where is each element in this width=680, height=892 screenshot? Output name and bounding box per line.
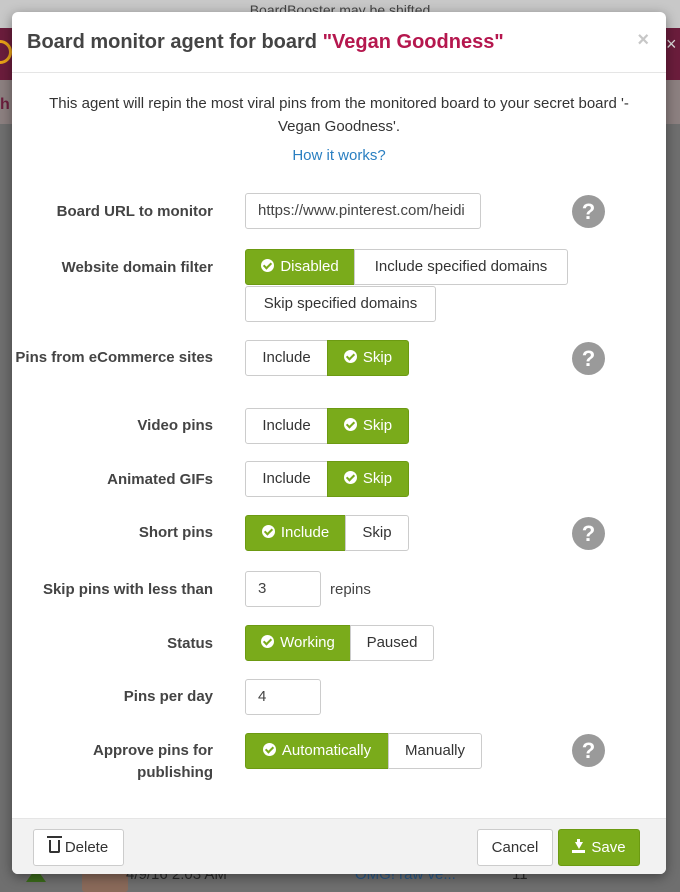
board-monitor-modal: Board monitor agent for board "Vegan Goo…	[12, 12, 666, 874]
video-pins-label: Video pins	[137, 417, 213, 434]
domain-filter-include-label: Include specified domains	[374, 258, 548, 275]
board-url-input[interactable]: https://www.pinterest.com/heidi	[245, 193, 481, 229]
animated-gifs-label: Animated GIFs	[107, 471, 213, 488]
status-label: Status	[167, 635, 213, 652]
video-include-label: Include	[262, 417, 311, 434]
check-circle-icon	[262, 743, 276, 756]
trash-icon	[46, 836, 62, 853]
check-circle-icon	[343, 350, 357, 363]
short-skip-button[interactable]: Skip	[345, 515, 409, 551]
delete-button[interactable]: Delete	[33, 829, 124, 866]
domain-filter-skip-button[interactable]: Skip specified domains	[245, 286, 436, 322]
ecommerce-label: Pins from eCommerce sites	[15, 349, 213, 366]
modal-title: Board monitor agent for board "Vegan Goo…	[27, 31, 504, 54]
background-heading: h	[0, 96, 10, 113]
modal-header: Board monitor agent for board "Vegan Goo…	[12, 12, 666, 73]
domain-filter-disabled-button[interactable]: Disabled	[245, 249, 355, 285]
gifs-include-button[interactable]: Include	[245, 461, 328, 497]
ecommerce-include-button[interactable]: Include	[245, 340, 328, 376]
help-icon[interactable]: ?	[572, 342, 605, 375]
gifs-include-label: Include	[262, 470, 311, 487]
close-icon[interactable]: ×	[637, 29, 649, 52]
ecommerce-skip-label: Skip	[362, 349, 393, 366]
min-repins-input[interactable]: 3	[245, 571, 321, 607]
help-icon[interactable]: ?	[572, 734, 605, 767]
video-include-button[interactable]: Include	[245, 408, 328, 444]
save-button-label: Save	[591, 839, 626, 856]
status-working-button[interactable]: Working	[245, 625, 351, 661]
cancel-button-label: Cancel	[491, 839, 539, 856]
check-circle-icon	[261, 635, 275, 648]
modal-title-prefix: Board monitor agent for board	[27, 31, 317, 53]
cancel-button[interactable]: Cancel	[477, 829, 553, 866]
status-paused-label: Paused	[366, 634, 418, 651]
download-icon	[572, 839, 586, 853]
min-repins-unit: repins	[330, 581, 371, 598]
modal-footer: Delete Cancel Save	[12, 818, 666, 874]
status-working-label: Working	[280, 634, 335, 651]
check-circle-icon	[343, 471, 357, 484]
short-skip-label: Skip	[362, 524, 392, 541]
save-button[interactable]: Save	[558, 829, 640, 866]
intro-text: This agent will repin the most viral pin…	[49, 95, 629, 135]
approve-manually-button[interactable]: Manually	[388, 733, 482, 769]
short-include-label: Include	[280, 524, 330, 541]
check-circle-icon	[261, 525, 275, 538]
pins-per-day-input[interactable]: 4	[245, 679, 321, 715]
check-circle-icon	[343, 418, 357, 431]
domain-filter-disabled-label: Disabled	[280, 258, 339, 275]
how-it-works-link-text[interactable]: How it works?	[292, 147, 385, 164]
pins-per-day-label: Pins per day	[123, 688, 213, 705]
delete-button-label: Delete	[64, 839, 109, 856]
modal-board-name: "Vegan Goodness"	[322, 31, 504, 53]
approve-automatically-label: Automatically	[281, 742, 372, 759]
ecommerce-skip-button[interactable]: Skip	[327, 340, 409, 376]
approve-automatically-button[interactable]: Automatically	[245, 733, 389, 769]
help-icon[interactable]: ?	[572, 517, 605, 550]
background-close-icon: ×	[666, 34, 677, 54]
gifs-skip-label: Skip	[362, 470, 393, 487]
approve-pins-label: Approve pins for publishing	[92, 742, 213, 781]
domain-filter-include-button[interactable]: Include specified domains	[354, 249, 568, 285]
domain-filter-skip-label: Skip specified domains	[263, 295, 418, 312]
status-paused-button[interactable]: Paused	[350, 625, 434, 661]
short-pins-label: Short pins	[138, 524, 213, 541]
how-it-works-link: How it works?	[12, 147, 666, 164]
help-icon[interactable]: ?	[572, 195, 605, 228]
approve-manually-label: Manually	[404, 742, 466, 759]
check-circle-icon	[261, 259, 275, 272]
video-skip-label: Skip	[362, 417, 393, 434]
video-skip-button[interactable]: Skip	[327, 408, 409, 444]
board-url-label: Board URL to monitor	[56, 203, 213, 220]
gifs-skip-button[interactable]: Skip	[327, 461, 409, 497]
short-include-button[interactable]: Include	[245, 515, 346, 551]
domain-filter-label: Website domain filter	[61, 259, 213, 276]
min-repins-label: Skip pins with less than	[42, 581, 213, 598]
ecommerce-include-label: Include	[262, 349, 311, 366]
